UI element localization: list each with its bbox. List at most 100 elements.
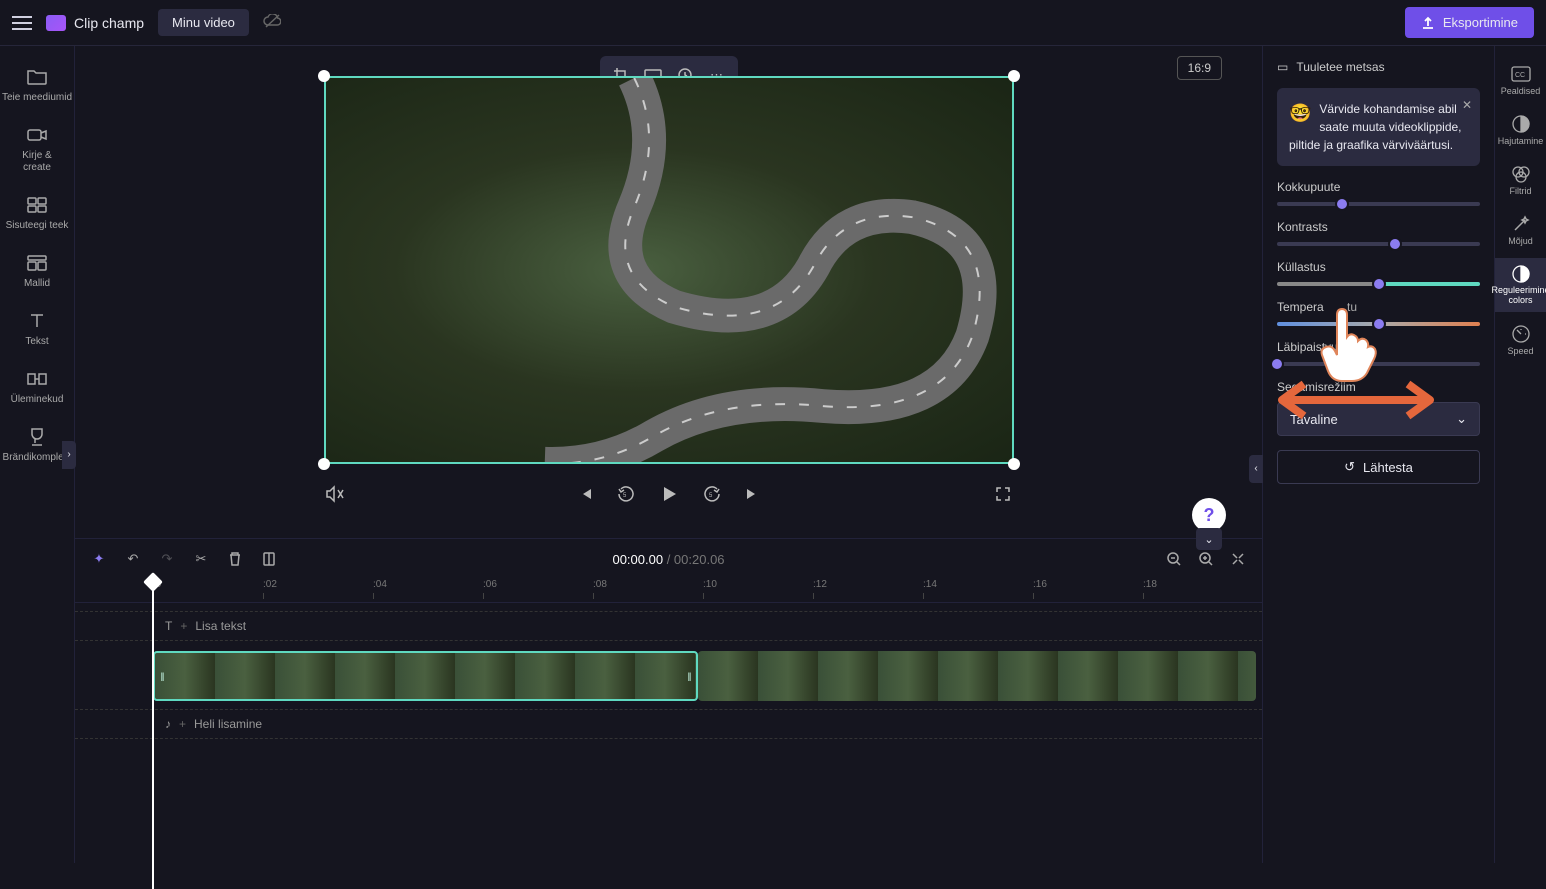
skip-end-button[interactable] — [741, 483, 763, 505]
audio-icon: ♪ — [165, 717, 171, 731]
tip-emoji-icon: 🤓 — [1289, 100, 1311, 127]
right-sidebar: CC Pealdised Hajutamine Filtrid Mõjud Re… — [1494, 46, 1546, 863]
panel-collapse-button[interactable]: ‹ — [1249, 455, 1263, 483]
app-name: Clip champ — [74, 15, 144, 31]
timeline-area: ✦ ↶ ↷ ✂ 00:00.00 / 00:20.06 — [75, 538, 1262, 863]
sidebar-item-transitions[interactable]: Üleminekud — [0, 360, 74, 414]
tracks-container: T + Lisa tekst ♪ + Heli lisamine — [75, 603, 1262, 863]
timecode-display: 00:00.00 / 00:20.06 — [612, 552, 724, 567]
cut-button[interactable]: ✂ — [191, 549, 211, 569]
brand-icon — [26, 426, 48, 448]
sidebar-item-media[interactable]: Teie meediumid — [0, 58, 74, 112]
properties-panel: ‹ ▭ Tuuletee metsas ✕ 🤓 Värvide kohandam… — [1262, 46, 1494, 863]
menu-icon[interactable] — [12, 16, 32, 30]
video-name-button[interactable]: Minu video — [158, 9, 249, 36]
exposure-slider[interactable] — [1277, 202, 1480, 206]
sidebar-item-templates[interactable]: Mallid — [0, 244, 74, 298]
rewind-button[interactable]: 5 — [615, 483, 637, 505]
library-icon — [26, 194, 48, 216]
tab-captions[interactable]: CC Pealdised — [1495, 58, 1546, 102]
tab-adjust-colors[interactable]: Reguleeriminecolors — [1495, 258, 1546, 312]
exposure-slider-group: Kokkupuute — [1277, 180, 1480, 206]
play-button[interactable] — [655, 480, 683, 508]
zoom-out-button[interactable] — [1164, 549, 1184, 569]
speed-icon — [1511, 324, 1531, 344]
temperature-slider-group: Tempera tu — [1277, 300, 1480, 326]
template-icon — [26, 252, 48, 274]
zoom-in-button[interactable] — [1196, 549, 1216, 569]
close-icon[interactable]: ✕ — [1462, 96, 1472, 114]
redo-button[interactable]: ↷ — [157, 549, 177, 569]
svg-text:5: 5 — [709, 493, 713, 499]
reset-button[interactable]: ↺ Lähtesta — [1277, 450, 1480, 484]
folder-icon — [26, 66, 48, 88]
saturation-slider-group: Küllastus — [1277, 260, 1480, 286]
aspect-ratio-badge[interactable]: 16:9 — [1177, 56, 1222, 80]
help-button[interactable]: ? — [1192, 498, 1226, 532]
fade-icon — [1511, 114, 1531, 134]
wand-icon — [1511, 214, 1531, 234]
video-clip-selected[interactable] — [153, 651, 698, 701]
mute-button[interactable] — [324, 483, 346, 505]
reset-icon: ↺ — [1344, 459, 1355, 475]
cloud-sync-icon[interactable] — [263, 14, 281, 31]
playhead[interactable] — [153, 575, 160, 889]
tip-box: ✕ 🤓 Värvide kohandamise abil saate muuta… — [1277, 88, 1480, 166]
text-track[interactable]: T + Lisa tekst — [75, 611, 1262, 641]
tab-speed[interactable]: Speed — [1495, 318, 1546, 362]
text-icon — [26, 310, 48, 332]
export-button[interactable]: Eksportimine — [1405, 7, 1534, 38]
svg-text:5: 5 — [623, 493, 627, 499]
blend-mode-select[interactable]: Tavaline ⌄ — [1277, 402, 1480, 436]
cc-icon: CC — [1511, 64, 1531, 84]
tab-fade[interactable]: Hajutamine — [1495, 108, 1546, 152]
audio-track[interactable]: ♪ + Heli lisamine — [75, 709, 1262, 739]
left-sidebar: Teie meediumid Kirje &create Sisuteegi t… — [0, 46, 75, 863]
resize-handle-br[interactable] — [1008, 458, 1020, 470]
canvas-selection[interactable] — [324, 76, 1014, 464]
forward-button[interactable]: 5 — [701, 483, 723, 505]
sidebar-item-record[interactable]: Kirje &create — [0, 116, 74, 182]
transparency-slider-group: Läbipaistvus — [1277, 340, 1480, 366]
svg-text:CC: CC — [1515, 72, 1525, 79]
filter-icon — [1511, 164, 1531, 184]
blend-mode-group: Segamisrežiim Tavaline ⌄ — [1277, 380, 1480, 436]
clip-title: ▭ Tuuletee metsas — [1277, 60, 1480, 74]
resize-handle-bl[interactable] — [318, 458, 330, 470]
transparency-slider[interactable] — [1277, 362, 1480, 366]
preview-area: ⋯ 16:9 — [75, 46, 1262, 538]
fit-timeline-button[interactable] — [1228, 549, 1248, 569]
video-clip-remainder[interactable] — [698, 651, 1256, 701]
contrast-slider-group: Kontrasts — [1277, 220, 1480, 246]
tab-filters[interactable]: Filtrid — [1495, 158, 1546, 202]
clip-icon: ▭ — [1277, 60, 1288, 74]
timeline-toolbar: ✦ ↶ ↷ ✂ 00:00.00 / 00:20.06 — [75, 539, 1262, 579]
undo-button[interactable]: ↶ — [123, 549, 143, 569]
text-icon: T — [165, 619, 172, 633]
camera-icon — [26, 124, 48, 146]
preview-canvas[interactable] — [324, 76, 1014, 464]
app-logo: Clip champ — [46, 15, 144, 31]
video-track[interactable] — [75, 649, 1262, 703]
contrast-icon — [1511, 264, 1531, 284]
road-graphic — [326, 78, 1012, 464]
delete-button[interactable] — [225, 549, 245, 569]
fullscreen-button[interactable] — [992, 483, 1014, 505]
ai-sparkle-button[interactable]: ✦ — [89, 549, 109, 569]
resize-handle-tl[interactable] — [318, 70, 330, 82]
sidebar-item-library[interactable]: Sisuteegi teek — [0, 186, 74, 240]
skip-start-button[interactable] — [575, 483, 597, 505]
split-button[interactable] — [259, 549, 279, 569]
resize-handle-tr[interactable] — [1008, 70, 1020, 82]
temperature-slider[interactable] — [1277, 322, 1480, 326]
upload-icon — [1421, 16, 1435, 30]
timeline-ruler[interactable]: :0 :02 :04 :06 :08 :10 :12 :14 :16 :18 — [75, 579, 1262, 603]
tab-effects[interactable]: Mõjud — [1495, 208, 1546, 252]
top-bar: Clip champ Minu video Eksportimine — [0, 0, 1546, 46]
sidebar-item-text[interactable]: Tekst — [0, 302, 74, 356]
player-controls: 5 5 — [324, 480, 1014, 508]
contrast-slider[interactable] — [1277, 242, 1480, 246]
sidebar-expand-button[interactable]: › — [62, 441, 76, 469]
saturation-slider[interactable] — [1277, 282, 1480, 286]
clipchamp-icon — [46, 15, 66, 31]
